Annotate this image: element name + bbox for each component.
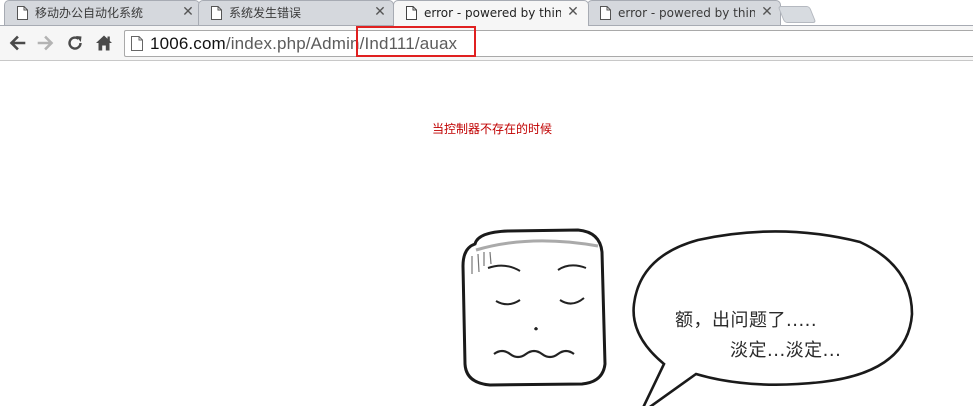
tab-4[interactable]: error - powered by thinkphp ✕ — [587, 0, 781, 25]
tab-3-active[interactable]: error - powered by thinkphp ✕ — [393, 0, 589, 26]
arrow-right-icon[interactable] — [37, 34, 55, 52]
tab-title: error - powered by thinkphp — [424, 6, 561, 20]
page-icon — [211, 6, 222, 20]
page-icon — [406, 6, 417, 20]
close-icon[interactable]: ✕ — [181, 5, 195, 19]
arrow-left-icon[interactable] — [8, 34, 26, 52]
url-path: /index.php/Admin/Ind111/auax — [225, 34, 458, 53]
error-illustration: 额，出问题了..... 淡定...淡定... — [450, 226, 930, 410]
reload-icon[interactable] — [66, 34, 84, 52]
close-icon[interactable]: ✕ — [760, 5, 774, 19]
url-text: 1006.com/index.php/Admin/Ind111/auax — [150, 33, 457, 55]
home-icon[interactable] — [95, 34, 113, 52]
page-icon — [600, 6, 611, 20]
tab-title: 系统发生错误 — [229, 6, 302, 20]
page-icon — [17, 6, 28, 20]
toolbar: 1006.com/index.php/Admin/Ind111/auax — [0, 25, 973, 61]
tab-strip: 移动办公自动化系统 ✕ 系统发生错误 ✕ error - powered by … — [0, 0, 973, 26]
bubble-text-line1: 额，出问题了..... — [675, 310, 818, 331]
tab-2[interactable]: 系统发生错误 ✕ — [198, 0, 394, 25]
error-caption: 当控制器不存在的时候 — [432, 122, 553, 136]
address-bar[interactable]: 1006.com/index.php/Admin/Ind111/auax — [124, 30, 973, 57]
page-content: 当控制器不存在的时候 额，出问题了..... 淡定...淡定... — [0, 61, 973, 410]
tab-title: error - powered by thinkphp — [618, 6, 755, 20]
url-host: 1006.com — [150, 34, 226, 53]
new-tab-button[interactable] — [777, 6, 817, 23]
close-icon[interactable]: ✕ — [566, 5, 580, 19]
page-icon — [131, 36, 143, 51]
tab-1[interactable]: 移动办公自动化系统 ✕ — [4, 0, 200, 25]
bubble-text-line2: 淡定...淡定... — [730, 340, 842, 361]
tab-title: 移动办公自动化系统 — [35, 6, 144, 20]
close-icon[interactable]: ✕ — [373, 5, 387, 19]
